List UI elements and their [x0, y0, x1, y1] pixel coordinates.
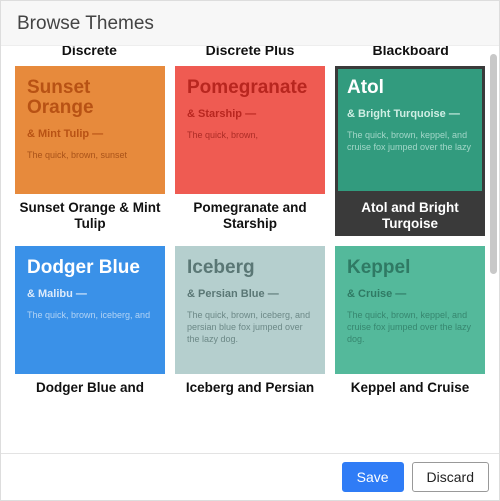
previous-row-captions: Discrete Discrete Plus Blackboard: [15, 46, 485, 58]
discard-button[interactable]: Discard: [412, 462, 489, 492]
theme-tile-atol[interactable]: Atol & Bright Turquoise — The quick, brown…: [335, 66, 485, 236]
preview-description: The quick, brown, sunset: [27, 150, 153, 162]
preview-title: Pomegranate: [187, 78, 313, 98]
theme-preview: Pomegranate & Starship — The quick, brown,: [175, 66, 325, 194]
preview-title: Keppel: [347, 258, 473, 278]
theme-caption: Keppel and Cruise: [335, 374, 485, 412]
peek-label: Discrete: [15, 46, 164, 58]
peek-label: Blackboard: [336, 46, 485, 58]
theme-tile-keppel[interactable]: Keppel & Cruise — The quick, brown, keppel…: [335, 246, 485, 412]
theme-preview: Iceberg & Persian Blue — The quick, brown,…: [175, 246, 325, 374]
theme-preview: Dodger Blue & Malibu — The quick, brown, i…: [15, 246, 165, 374]
preview-title: Sunset Orange: [27, 78, 153, 118]
scrollbar-thumb[interactable]: [490, 54, 497, 274]
preview-description: The quick, brown, iceberg, and persian b…: [187, 310, 313, 345]
preview-description: The quick, brown, keppel, and cruise fox…: [347, 130, 473, 153]
theme-tile-pomegranate[interactable]: Pomegranate & Starship — The quick, brown,…: [175, 66, 325, 236]
save-button[interactable]: Save: [342, 462, 404, 492]
dialog-footer: Save Discard: [1, 453, 499, 500]
preview-subtitle: & Starship —: [187, 108, 313, 120]
theme-preview: Keppel & Cruise — The quick, brown, keppel…: [335, 246, 485, 374]
preview-subtitle: & Cruise —: [347, 288, 473, 300]
theme-caption: Sunset Orange & Mint Tulip: [15, 194, 165, 236]
preview-title: Dodger Blue: [27, 258, 153, 278]
theme-caption: Atol and Bright Turqoise: [335, 194, 485, 236]
preview-description: The quick, brown,: [187, 130, 313, 142]
dialog-title: Browse Themes: [1, 1, 499, 46]
peek-label: Discrete Plus: [176, 46, 325, 58]
preview-subtitle: & Bright Turquoise —: [347, 108, 473, 120]
browse-themes-dialog: Browse Themes Discrete Discrete Plus Bla…: [0, 0, 500, 501]
theme-caption: Dodger Blue and: [15, 374, 165, 412]
theme-grid: Sunset Orange & Mint Tulip — The quick, br…: [15, 66, 485, 412]
preview-subtitle: & Persian Blue —: [187, 288, 313, 300]
theme-caption: Pomegranate and Starship: [175, 194, 325, 236]
preview-title: Iceberg: [187, 258, 313, 278]
theme-tile-iceberg[interactable]: Iceberg & Persian Blue — The quick, brown,…: [175, 246, 325, 412]
preview-title: Atol: [347, 78, 473, 98]
theme-caption: Iceberg and Persian: [175, 374, 325, 412]
theme-preview: Sunset Orange & Mint Tulip — The quick, br…: [15, 66, 165, 194]
preview-description: The quick, brown, keppel, and cruise fox…: [347, 310, 473, 345]
preview-subtitle: & Mint Tulip —: [27, 128, 153, 140]
theme-preview: Atol & Bright Turquoise — The quick, brown…: [335, 66, 485, 194]
themes-scroll-area[interactable]: Discrete Discrete Plus Blackboard Sunset…: [1, 46, 499, 453]
preview-description: The quick, brown, iceberg, and: [27, 310, 153, 322]
theme-tile-sunset[interactable]: Sunset Orange & Mint Tulip — The quick, br…: [15, 66, 165, 236]
theme-tile-dodger[interactable]: Dodger Blue & Malibu — The quick, brown, i…: [15, 246, 165, 412]
preview-subtitle: & Malibu —: [27, 288, 153, 300]
